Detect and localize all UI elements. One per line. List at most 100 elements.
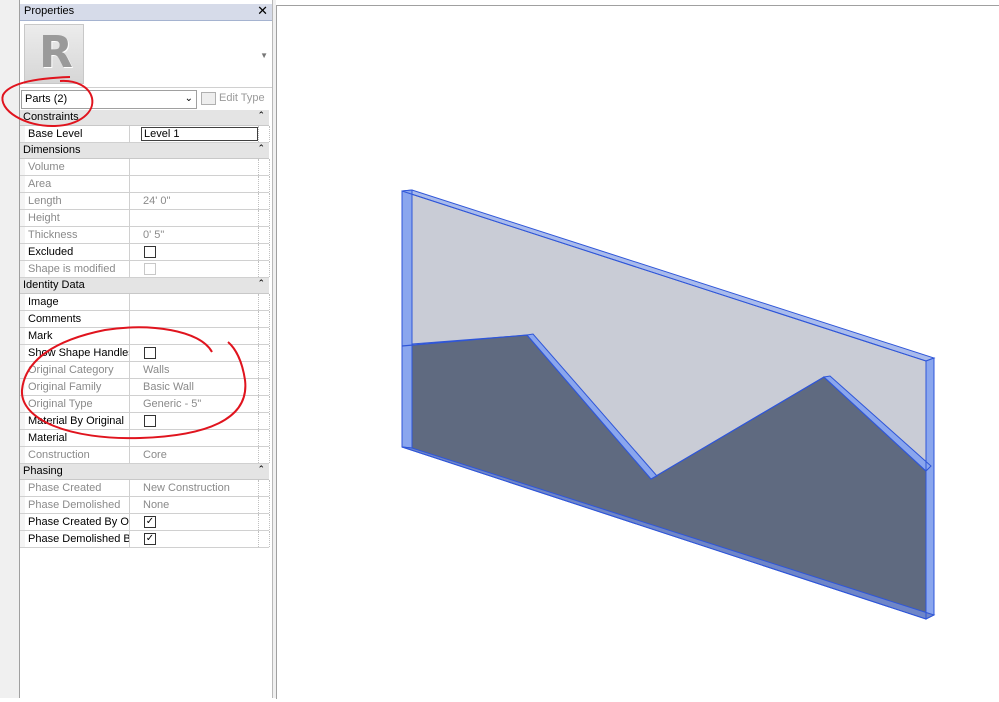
row-edge	[258, 531, 270, 547]
chevron-down-icon: ⌄	[184, 93, 193, 104]
property-row[interactable]: Length 24' 0"	[20, 193, 270, 210]
row-edge	[258, 159, 270, 175]
property-row[interactable]: Comments	[20, 311, 270, 328]
element-filter-value: Parts (2)	[25, 93, 68, 105]
property-name: Phase Created	[20, 480, 130, 496]
property-row[interactable]: Original Family Basic Wall	[20, 379, 270, 396]
properties-titlebar: Properties ✕	[20, 3, 272, 21]
property-value	[141, 176, 259, 192]
property-value[interactable]	[141, 311, 259, 327]
property-value	[141, 159, 259, 175]
group-label: Constraints	[23, 111, 79, 123]
property-row[interactable]: Shape is modified	[20, 261, 270, 278]
row-edge	[258, 193, 270, 209]
row-edge	[258, 328, 270, 344]
property-row[interactable]: Material By Original	[20, 413, 270, 430]
property-name: Original Type	[20, 396, 130, 412]
row-edge	[258, 447, 270, 463]
property-value[interactable]	[141, 328, 259, 344]
edit-type-label: Edit Type	[219, 92, 265, 104]
property-row[interactable]: Base Level Level 1	[20, 126, 270, 143]
property-name: Thickness	[20, 227, 130, 243]
property-row[interactable]: Original Type Generic - 5"	[20, 396, 270, 413]
property-row[interactable]: Original Category Walls	[20, 362, 270, 379]
row-edge	[258, 413, 270, 429]
property-row[interactable]: Material	[20, 430, 270, 447]
row-edge	[258, 480, 270, 496]
property-row[interactable]: Volume	[20, 159, 270, 176]
properties-panel: Properties ✕ R ▼ Parts (2) ⌄ Edit Type C…	[19, 0, 272, 698]
property-name: Construction	[20, 447, 130, 463]
property-value: 0' 5"	[143, 229, 165, 241]
property-row[interactable]: Phase Created By Ori... ✓	[20, 514, 270, 531]
property-name: Material	[20, 430, 130, 446]
property-value: 24' 0"	[143, 195, 171, 207]
property-value: Walls	[143, 364, 170, 376]
edit-type-button[interactable]: Edit Type	[201, 90, 271, 107]
property-name: Comments	[20, 311, 130, 327]
property-value: Generic - 5"	[143, 398, 202, 410]
property-value[interactable]: Level 1	[141, 127, 258, 141]
type-selector-preview[interactable]: R ▼	[20, 21, 272, 88]
collapse-icon[interactable]: ⌃	[257, 143, 265, 154]
property-row[interactable]: Excluded	[20, 244, 270, 261]
property-row[interactable]: Height	[20, 210, 270, 227]
property-row[interactable]: Construction Core	[20, 447, 270, 464]
view-canvas[interactable]	[276, 5, 999, 699]
property-row[interactable]: Thickness 0' 5"	[20, 227, 270, 244]
wall-parts-3d-view[interactable]	[277, 6, 999, 699]
checkbox-checked[interactable]: ✓	[144, 516, 156, 528]
property-value: None	[143, 499, 170, 511]
property-name: Original Family	[20, 379, 130, 395]
property-value: New Construction	[143, 482, 230, 494]
collapse-icon[interactable]: ⌃	[257, 464, 265, 475]
property-row[interactable]: Show Shape Handles	[20, 345, 270, 362]
property-row[interactable]: Phase Demolished By... ✓	[20, 531, 270, 548]
property-row[interactable]: Phase Demolished None	[20, 497, 270, 514]
row-edge	[258, 345, 270, 361]
checkbox-checked[interactable]: ✓	[144, 533, 156, 545]
property-name: Volume	[20, 159, 130, 175]
row-edge	[258, 210, 270, 226]
property-checkbox-cell[interactable]: ✓	[141, 531, 259, 547]
property-row[interactable]: Area	[20, 176, 270, 193]
close-icon[interactable]: ✕	[257, 3, 268, 19]
row-edge	[258, 497, 270, 513]
property-row[interactable]: Image	[20, 294, 270, 311]
property-name: Phase Demolished	[20, 497, 130, 513]
row-edge	[258, 176, 270, 192]
property-row[interactable]: Phase Created New Construction	[20, 480, 270, 497]
property-checkbox-cell[interactable]	[141, 413, 259, 429]
property-name: Phase Created By Ori...	[20, 514, 130, 530]
checkbox[interactable]	[144, 347, 156, 359]
group-header-dimensions[interactable]: Dimensions ⌃	[20, 143, 269, 159]
group-label: Identity Data	[23, 279, 85, 291]
property-checkbox-cell[interactable]	[141, 244, 259, 260]
checkbox[interactable]	[144, 415, 156, 427]
collapse-icon[interactable]: ⌃	[257, 278, 265, 289]
property-value[interactable]	[141, 294, 259, 310]
property-name: Length	[20, 193, 130, 209]
checkbox[interactable]	[144, 246, 156, 258]
edit-type-icon	[201, 92, 216, 105]
property-row[interactable]: Mark	[20, 328, 270, 345]
group-label: Dimensions	[23, 144, 81, 156]
property-value[interactable]	[141, 430, 259, 446]
property-value: Basic Wall	[143, 381, 194, 393]
property-checkbox-cell[interactable]	[141, 345, 259, 361]
row-edge	[258, 311, 270, 327]
property-name: Excluded	[20, 244, 130, 260]
property-checkbox-cell[interactable]: ✓	[141, 514, 259, 530]
property-name: Area	[20, 176, 130, 192]
element-filter-dropdown[interactable]: Parts (2) ⌄	[21, 90, 197, 109]
group-header-identity-data[interactable]: Identity Data ⌃	[20, 278, 269, 294]
group-header-phasing[interactable]: Phasing ⌃	[20, 464, 269, 480]
group-header-constraints[interactable]: Constraints ⌃	[20, 110, 269, 126]
property-value: Core	[143, 449, 167, 461]
collapse-icon[interactable]: ⌃	[257, 110, 265, 121]
property-name: Shape is modified	[20, 261, 130, 277]
type-selector-arrow-icon[interactable]: ▼	[260, 51, 268, 60]
row-edge	[258, 227, 270, 243]
group-label: Phasing	[23, 465, 63, 477]
property-name: Phase Demolished By...	[20, 531, 130, 547]
